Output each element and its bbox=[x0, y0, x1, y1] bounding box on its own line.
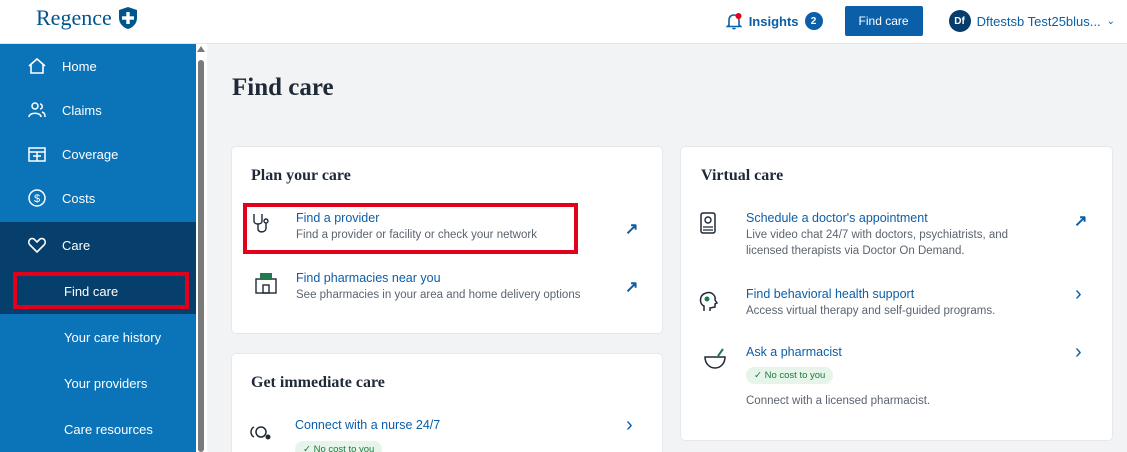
dollar-icon: $ bbox=[26, 187, 48, 209]
sidebar-subitem-label: Your providers bbox=[64, 375, 148, 391]
chevron-down-icon: ⌄ bbox=[1106, 15, 1115, 27]
find-care-button[interactable]: Find care bbox=[844, 6, 923, 36]
highlight-find-provider bbox=[243, 203, 578, 254]
behavioral-health-desc: Access virtual therapy and self-guided p… bbox=[746, 305, 996, 317]
sidebar-item-claims[interactable]: Claims bbox=[0, 88, 196, 132]
sidebar-subitem-label: Your care history bbox=[64, 329, 162, 345]
chevron-right-icon[interactable]: › bbox=[1075, 341, 1082, 364]
sidebar-item-label: Care bbox=[62, 237, 91, 253]
sidebar-item-label: Home bbox=[62, 58, 97, 74]
sidebar-scrollbar-thumb[interactable] bbox=[198, 60, 204, 452]
sidebar-item-label: Costs bbox=[62, 190, 96, 206]
external-arrow-icon[interactable]: ↗ bbox=[1074, 211, 1087, 231]
sidebar-item-care[interactable]: Care bbox=[0, 222, 196, 268]
top-header: Regence Insights 2 Find care Df Dftestsb… bbox=[0, 0, 1127, 44]
brand-name: Regence bbox=[36, 5, 112, 30]
head-icon bbox=[699, 291, 719, 311]
mortar-icon bbox=[704, 348, 726, 369]
card-title: Get immediate care bbox=[251, 374, 385, 391]
behavioral-health-link[interactable]: Find behavioral health support bbox=[746, 287, 914, 301]
sidebar-subitem-care-resources[interactable]: Care resources bbox=[0, 406, 196, 452]
sidebar-item-coverage[interactable]: Coverage bbox=[0, 132, 196, 176]
sidebar-item-label: Coverage bbox=[62, 146, 119, 162]
connect-nurse-link[interactable]: Connect with a nurse 24/7 bbox=[295, 418, 440, 432]
schedule-appointment-link[interactable]: Schedule a doctor's appointment bbox=[746, 211, 928, 225]
schedule-appointment-desc-line2: licensed therapists via Doctor On Demand… bbox=[746, 245, 965, 257]
immediate-care-card: Get immediate care Connect with a nurse … bbox=[232, 354, 662, 452]
page-title: Find care bbox=[232, 74, 334, 101]
pharmacy-icon bbox=[255, 273, 277, 294]
scroll-up-arrow-icon[interactable] bbox=[197, 46, 205, 52]
sidebar-subitem-label: Care resources bbox=[64, 421, 153, 437]
chevron-right-icon[interactable]: › bbox=[626, 414, 633, 437]
virtual-care-card: Virtual care Schedule a doctor's appoint… bbox=[681, 147, 1112, 440]
nurse-icon bbox=[250, 426, 271, 440]
sidebar-item-home[interactable]: Home bbox=[0, 44, 196, 88]
avatar: Df bbox=[948, 10, 971, 32]
phone-video-icon bbox=[700, 212, 716, 234]
find-pharmacies-link[interactable]: Find pharmacies near you bbox=[296, 271, 441, 285]
sidebar-subitem-care-history[interactable]: Your care history bbox=[0, 314, 196, 360]
regence-logo[interactable]: Regence bbox=[36, 5, 138, 31]
heart-icon bbox=[26, 234, 48, 256]
chevron-right-icon[interactable]: › bbox=[1075, 283, 1082, 306]
schedule-appointment-desc-line1: Live video chat 24/7 with doctors, psych… bbox=[746, 229, 1009, 241]
sidebar-subitem-providers[interactable]: Your providers bbox=[0, 360, 196, 406]
svg-text:$: $ bbox=[34, 193, 40, 205]
home-icon bbox=[26, 55, 48, 77]
ask-pharmacist-desc: Connect with a licensed pharmacist. bbox=[746, 395, 931, 407]
insights-button[interactable]: Insights 2 bbox=[725, 12, 823, 30]
card-title: Virtual care bbox=[701, 167, 784, 184]
no-cost-badge: ✓ No cost to you bbox=[746, 367, 834, 384]
external-arrow-icon[interactable]: ↗ bbox=[625, 277, 638, 297]
insights-label: Insights bbox=[748, 13, 799, 29]
shield-cross-icon bbox=[118, 7, 137, 29]
user-menu[interactable]: Df Dftestsb Test25blus... ⌄ bbox=[948, 10, 1115, 32]
user-name: Dftestsb Test25blus... bbox=[976, 13, 1101, 29]
find-pharmacies-desc: See pharmacies in your area and home del… bbox=[296, 289, 581, 301]
ask-pharmacist-link[interactable]: Ask a pharmacist bbox=[746, 345, 842, 359]
external-arrow-icon[interactable]: ↗ bbox=[625, 219, 638, 239]
card-title: Plan your care bbox=[251, 167, 351, 184]
insights-count-badge: 2 bbox=[804, 12, 823, 30]
no-cost-badge: ✓ No cost to you bbox=[295, 441, 383, 452]
coverage-icon bbox=[26, 143, 48, 165]
people-icon bbox=[26, 99, 48, 121]
bell-icon bbox=[725, 13, 743, 30]
sidebar-item-costs[interactable]: $ Costs bbox=[0, 176, 196, 220]
sidebar-item-label: Claims bbox=[62, 102, 102, 118]
highlight-find-care-nav bbox=[13, 272, 189, 309]
